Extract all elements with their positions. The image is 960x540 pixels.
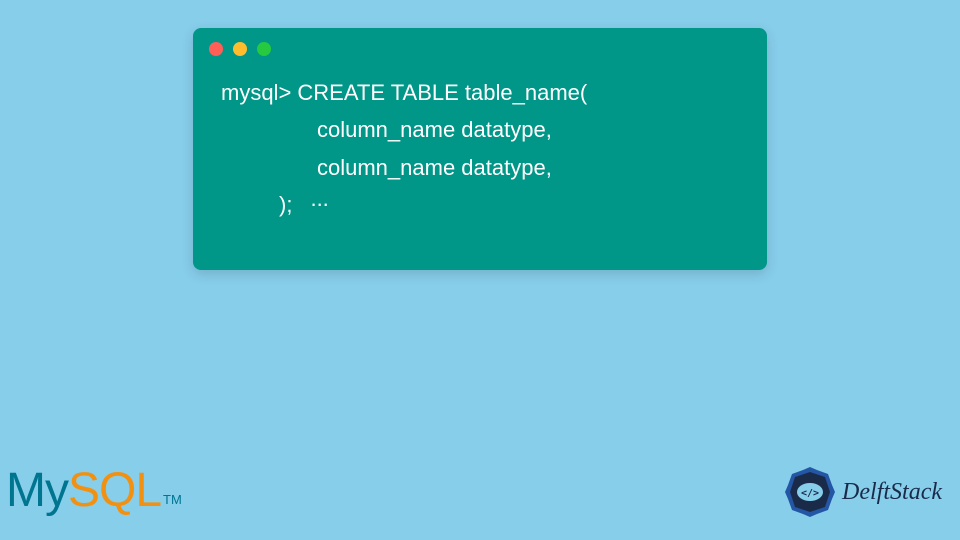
mysql-logo-tm: TM [163,492,182,507]
delftstack-text: DelftStack [842,479,942,506]
delftstack-logo: </> DelftStack [784,466,942,518]
code-line-4: ); ... [221,186,739,223]
code-line-1: mysql> CREATE TABLE table_name( [221,74,739,111]
code-close-paren: ); [279,186,292,223]
terminal-body: mysql> CREATE TABLE table_name( column_n… [193,66,767,244]
delftstack-icon-code: </> [801,488,819,499]
window-controls [193,28,767,66]
close-icon [209,42,223,56]
mysql-logo-sql: SQL [68,464,161,517]
maximize-icon [257,42,271,56]
mysql-logo: MySQLTM [6,463,180,518]
code-ellipsis: ... [310,180,328,217]
mysql-logo-my: My [6,464,68,517]
minimize-icon [233,42,247,56]
terminal-window: mysql> CREATE TABLE table_name( column_n… [193,28,767,270]
code-line-3: column_name datatype, [221,149,739,186]
delftstack-icon: </> [784,466,836,518]
code-line-2: column_name datatype, [221,111,739,148]
